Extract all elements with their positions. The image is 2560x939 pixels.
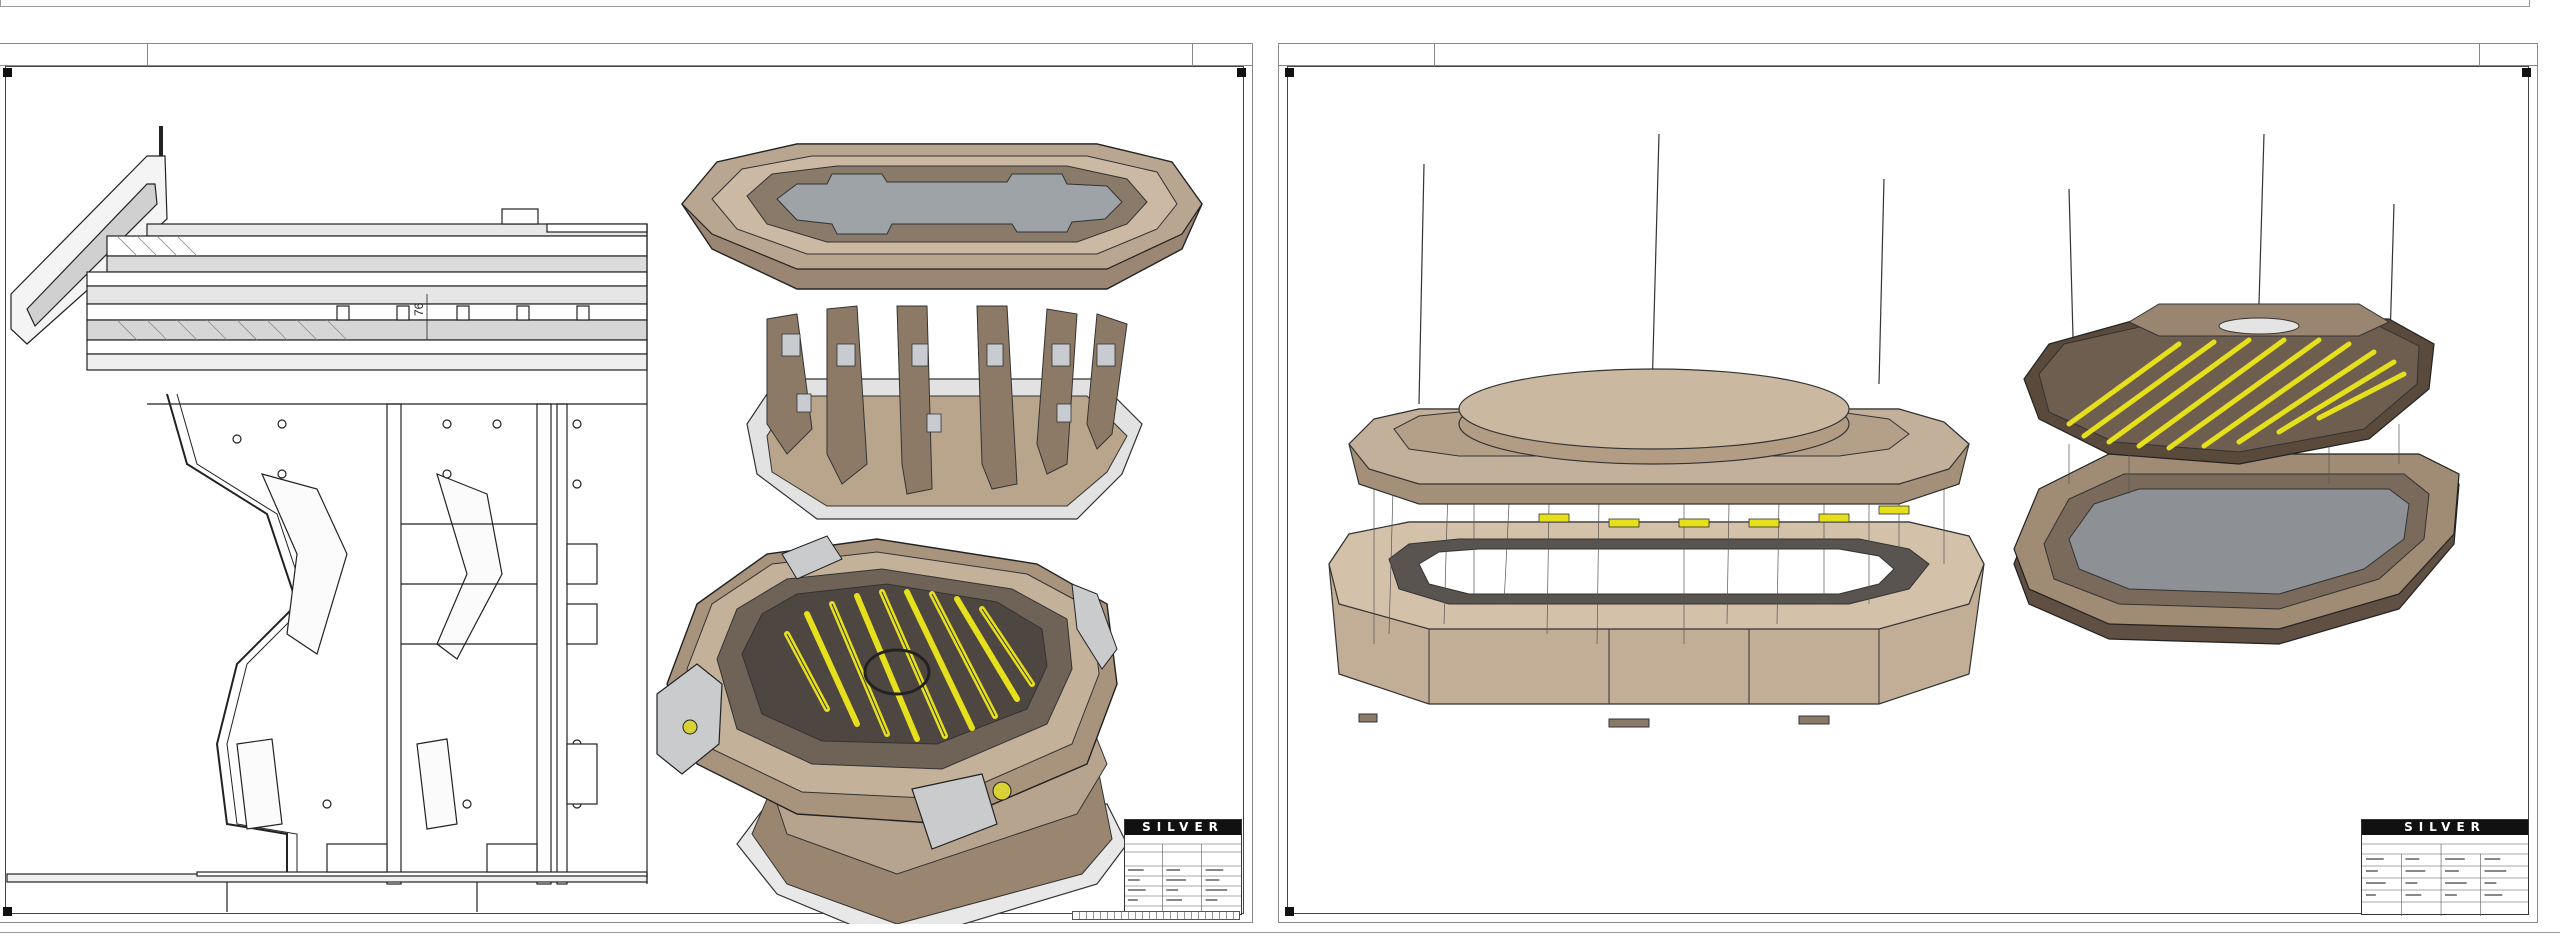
iso-view-assembled [681, 143, 1203, 520]
revision-strip [1072, 911, 1240, 920]
section-view: 76 [6, 126, 648, 912]
drawing-sheet-2: SILVER [1278, 43, 2538, 923]
bottom-divider [0, 932, 2560, 933]
title-block: SILVER [1124, 819, 1242, 916]
sheet-1-drawing: 76 [6, 126, 1203, 924]
exploded-view-top-assembly [1328, 133, 1985, 728]
title-block: SILVER [2361, 819, 2529, 916]
title-block-grid [1125, 843, 1241, 916]
title-block-grid [2362, 843, 2528, 916]
top-window-strip [0, 0, 2530, 7]
dimension-label: 76 [412, 302, 426, 316]
iso-view-open-top [656, 535, 1128, 924]
exploded-view-lid-and-tray [2013, 133, 2460, 645]
title-block-brand: SILVER [1125, 820, 1241, 835]
sheet-2-drawing [1328, 133, 2460, 728]
title-block-brand: SILVER [2362, 820, 2528, 835]
drawing-sheet-1: 76 SILVER [0, 43, 1253, 924]
